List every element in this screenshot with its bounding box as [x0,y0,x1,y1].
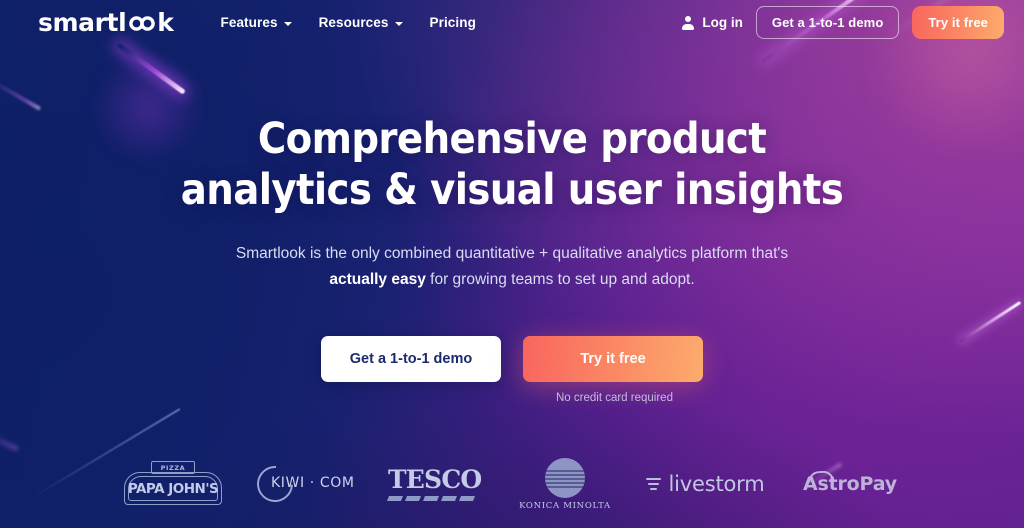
no-credit-card-note: No credit card required [556,391,673,404]
livestorm-wordmark: livestorm [668,472,765,496]
subtitle-line-1: Smartlook is the only combined quantitat… [235,245,789,263]
konica-wordmark: KONICA MINOLTA [519,500,611,511]
logo-kiwi-com: KIWI · COM [242,454,372,514]
subtitle-emphasis: actually easy [329,270,426,288]
tesco-wordmark: TESCO [388,465,482,494]
kiwi-wordmark: KIWI · COM [271,475,355,491]
smartlook-logo[interactable]: smartl k [38,8,174,37]
user-icon [682,16,695,30]
top-navigation-bar: smartl k Features Resources Pricing Log … [0,0,1024,45]
nav-links: Features Resources Pricing [220,15,475,30]
logo-wordmark-part2: k [157,8,174,37]
headline-line-1: Comprehensive product [257,114,767,164]
hero-cta-group: Get a 1-to-1 demo Try it free [0,335,1024,382]
headline-line-2: analytics & visual user insights [180,164,844,215]
livestorm-funnel-icon [645,477,661,491]
tesco-stripes-icon [386,496,484,501]
chevron-down-icon [394,21,403,26]
logo-livestorm: livestorm [630,454,780,514]
subtitle-line-2: for growing teams to set up and adopt. [425,270,695,288]
nav-item-features[interactable]: Features [220,15,292,30]
login-label: Log in [702,15,743,30]
chevron-down-icon [283,21,292,26]
hero-section: Comprehensive product analytics & visual… [0,0,1024,404]
nav-item-resources[interactable]: Resources [319,15,403,30]
nav-item-features-label: Features [220,15,278,30]
customer-logo-strip: PIZZA PAPA JOHN'S KIWI · COM TESCO KONIC… [0,448,1024,520]
login-link[interactable]: Log in [682,15,743,30]
logo-astropay: AstroPay [780,454,920,514]
logo-papa-johns: PIZZA PAPA JOHN'S [104,454,242,514]
papa-johns-wordmark: PAPA JOHN'S [127,480,219,497]
nav-demo-button[interactable]: Get a 1-to-1 demo [755,6,900,39]
logo-wordmark-part1: smartl [38,8,127,37]
hero-demo-button[interactable]: Get a 1-to-1 demo [321,335,501,382]
logo-tesco: TESCO [372,454,500,514]
nav-item-resources-label: Resources [318,15,389,30]
logo-konica-minolta: KONICA MINOLTA [500,454,630,514]
nav-try-it-free-button[interactable]: Try it free [912,6,1004,39]
nav-actions: Log in Get a 1-to-1 demo Try it free [682,6,1004,39]
infinity-icon [127,9,157,36]
nav-item-pricing-label: Pricing [429,15,476,30]
konica-globe-icon [545,457,585,498]
nav-item-pricing[interactable]: Pricing [430,15,476,30]
hero-try-it-free-button[interactable]: Try it free [523,335,703,382]
hero-subtitle: Smartlook is the only combined quantitat… [0,241,1024,291]
